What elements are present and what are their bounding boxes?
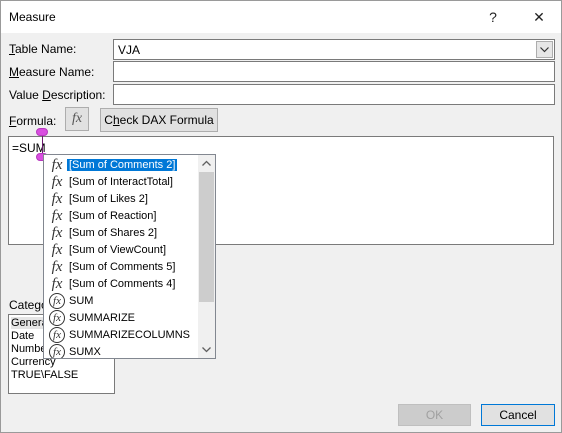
category-item[interactable]: TRUE\FALSE — [11, 369, 78, 381]
measure-name-label: Measure Name: — [9, 65, 95, 79]
autocomplete-scrollbar[interactable] — [198, 155, 215, 358]
table-name-combo[interactable]: VJA — [113, 39, 555, 60]
scroll-thumb[interactable] — [199, 172, 214, 302]
title-bar: Measure ? ✕ — [1, 1, 561, 33]
fx-italic-icon: fx — [51, 276, 63, 292]
category-label: Catego — [9, 298, 48, 312]
selection-handle-top[interactable] — [36, 128, 48, 136]
autocomplete-item[interactable]: fx SUM — [45, 293, 199, 310]
fx-italic-icon: fx — [51, 157, 63, 173]
autocomplete-item[interactable]: fx [Sum of Comments 4] — [45, 276, 199, 293]
table-name-label: Table Name: — [9, 42, 77, 56]
measure-name-field[interactable] — [113, 61, 555, 82]
autocomplete-item[interactable]: fx [Sum of Comments 2] — [45, 157, 199, 174]
cancel-button[interactable]: Cancel — [481, 404, 555, 426]
fx-circle-icon: fx — [49, 344, 65, 358]
fx-circle-icon: fx — [49, 293, 65, 309]
fx-italic-icon: fx — [51, 259, 63, 275]
insert-function-button[interactable]: fx — [65, 107, 89, 131]
fx-italic-icon: fx — [51, 208, 63, 224]
fx-circle-icon: fx — [49, 310, 65, 326]
close-button[interactable]: ✕ — [521, 5, 557, 29]
category-item[interactable]: Date — [11, 330, 34, 342]
autocomplete-item[interactable]: fx [Sum of Shares 2] — [45, 225, 199, 242]
fx-italic-icon: fx — [51, 242, 63, 258]
value-description-input[interactable] — [114, 85, 554, 104]
autocomplete-list[interactable]: fx [Sum of Comments 2] fx [Sum of Interact… — [43, 154, 216, 359]
formula-label: Formula: — [9, 114, 57, 128]
autocomplete-item[interactable]: fx [Sum of Likes 2] — [45, 191, 199, 208]
dialog-title: Measure — [9, 10, 56, 24]
chevron-down-icon[interactable] — [536, 41, 553, 58]
autocomplete-item[interactable]: fx SUMX — [45, 344, 199, 358]
fx-italic-icon: fx — [51, 174, 63, 190]
scroll-up-icon[interactable] — [198, 155, 215, 172]
ok-button[interactable]: OK — [398, 404, 471, 426]
fx-italic-icon: fx — [51, 191, 63, 207]
measure-name-input[interactable] — [114, 62, 554, 81]
help-button[interactable]: ? — [475, 5, 511, 29]
scroll-down-icon[interactable] — [198, 341, 215, 358]
fx-icon: fx — [71, 111, 83, 126]
autocomplete-item[interactable]: fx [Sum of InteractTotal] — [45, 174, 199, 191]
value-description-label: Value Description: — [9, 88, 106, 102]
autocomplete-item[interactable]: fx [Sum of Comments 5] — [45, 259, 199, 276]
autocomplete-item[interactable]: fx [Sum of ViewCount] — [45, 242, 199, 259]
check-dax-formula-button[interactable]: Check DAX Formula — [100, 108, 218, 132]
value-description-field[interactable] — [113, 84, 555, 105]
autocomplete-item[interactable]: fx SUMMARIZECOLUMNS — [45, 327, 199, 344]
measure-dialog: Measure ? ✕ Table Name: VJA Measure Name… — [0, 0, 562, 433]
table-name-value: VJA — [118, 43, 141, 57]
autocomplete-item[interactable]: fx SUMMARIZE — [45, 310, 199, 327]
fx-circle-icon: fx — [49, 327, 65, 343]
fx-italic-icon: fx — [51, 225, 63, 241]
autocomplete-item[interactable]: fx [Sum of Reaction] — [45, 208, 199, 225]
